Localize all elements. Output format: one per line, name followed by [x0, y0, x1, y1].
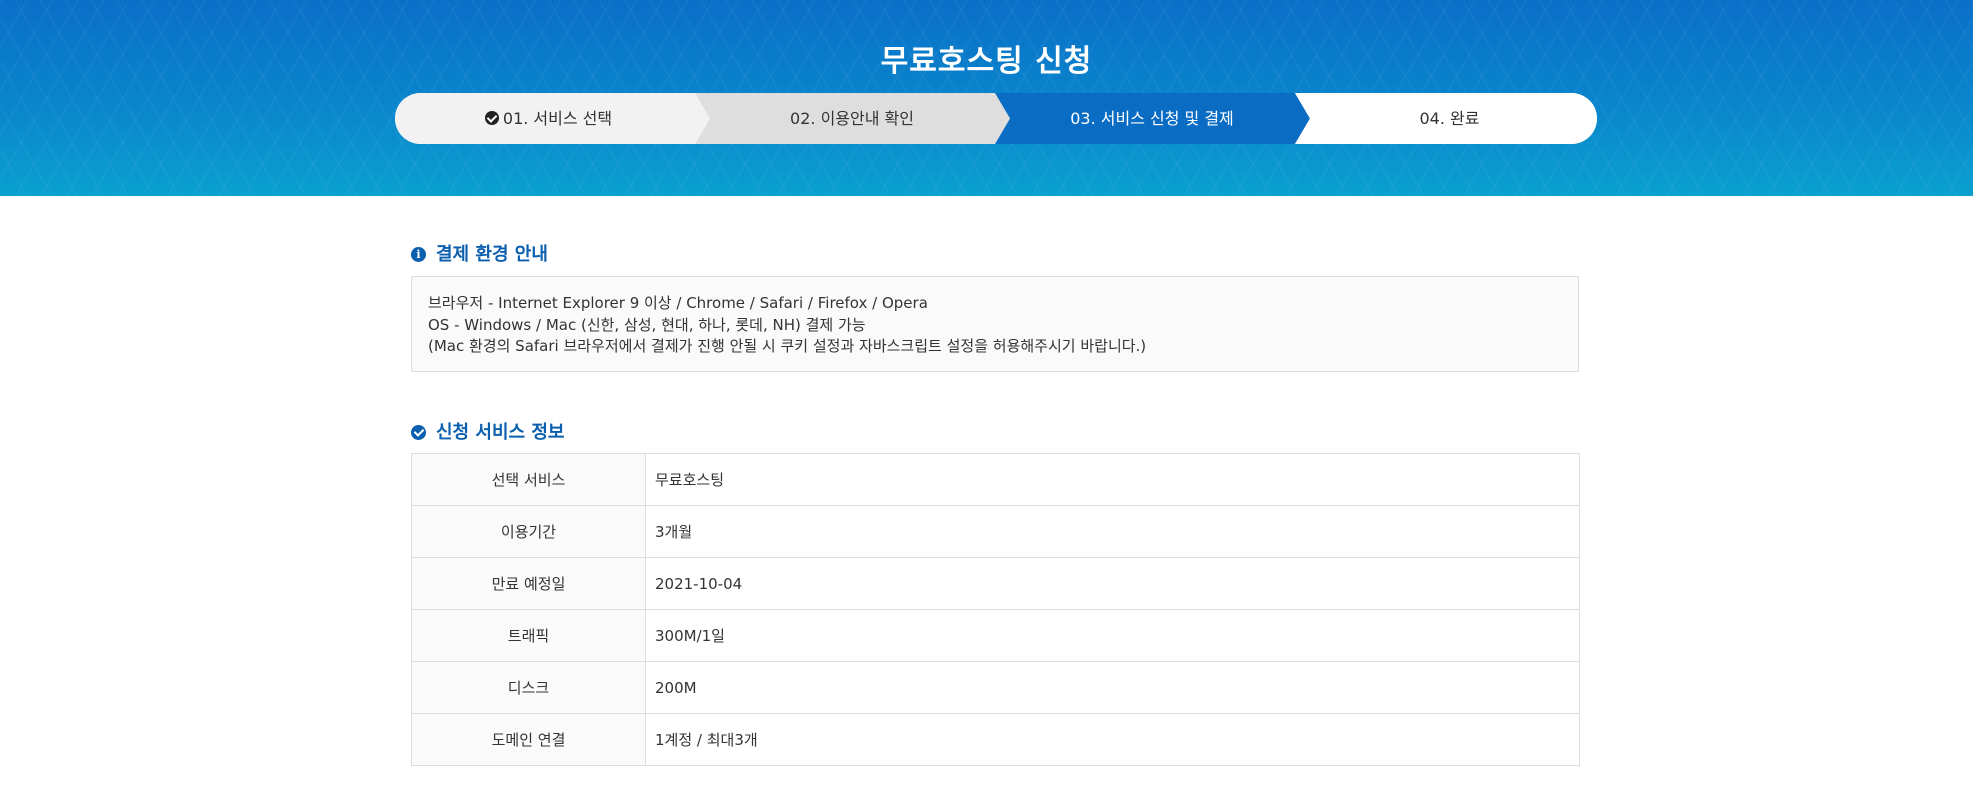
- step-1: 01. 서비스 선택: [395, 93, 702, 144]
- row-value: 1계정 / 최대3개: [645, 713, 1580, 766]
- table-row: 선택 서비스 무료호스팅: [411, 453, 1580, 506]
- payment-env-title: 결제 환경 안내: [436, 244, 548, 265]
- step-1-label: 01. 서비스 선택: [502, 109, 613, 128]
- payment-env-notice: 브라우저 - Internet Explorer 9 이상 / Chrome /…: [411, 276, 1579, 372]
- table-row: 이용기간 3개월: [411, 505, 1580, 558]
- table-row: 도메인 연결 1계정 / 최대3개: [411, 713, 1580, 766]
- row-label: 선택 서비스: [411, 453, 646, 506]
- step-4-label: 04. 완료: [1419, 109, 1480, 128]
- info-circle-icon: [411, 247, 426, 262]
- row-label: 디스크: [411, 661, 646, 714]
- step-3-label: 03. 서비스 신청 및 결제: [1070, 109, 1234, 128]
- notice-line-browser: 브라우저 - Internet Explorer 9 이상 / Chrome /…: [428, 294, 928, 312]
- step-2-label: 02. 이용안내 확인: [790, 109, 914, 128]
- service-info-heading: 신청 서비스 정보: [411, 421, 564, 445]
- table-row: 트래픽 300M/1일: [411, 609, 1580, 662]
- notice-line-os: OS - Windows / Mac (신한, 삼성, 현대, 하나, 롯데, …: [428, 315, 866, 334]
- row-value: 300M/1일: [645, 609, 1580, 662]
- hero-banner: 무료호스팅 신청 01. 서비스 선택 02. 이용안내 확인 03. 서비스 …: [0, 0, 1973, 196]
- step-3: 03. 서비스 신청 및 결제: [1002, 93, 1302, 144]
- service-info-table: 선택 서비스 무료호스팅 이용기간 3개월 만료 예정일 2021-10-04 …: [411, 453, 1580, 766]
- row-value: 무료호스팅: [645, 453, 1580, 506]
- row-value: 2021-10-04: [645, 557, 1580, 610]
- table-row: 디스크 200M: [411, 661, 1580, 714]
- check-circle-icon: [484, 111, 499, 125]
- table-row: 만료 예정일 2021-10-04: [411, 557, 1580, 610]
- step-progress-bar: 01. 서비스 선택 02. 이용안내 확인 03. 서비스 신청 및 결제 0…: [395, 93, 1597, 144]
- payment-env-heading: 결제 환경 안내: [411, 243, 548, 267]
- row-label: 도메인 연결: [411, 713, 646, 766]
- check-circle-icon: [411, 425, 426, 440]
- row-label: 만료 예정일: [411, 557, 646, 610]
- page-title: 무료호스팅 신청: [880, 44, 1093, 79]
- row-label: 이용기간: [411, 505, 646, 558]
- row-label: 트래픽: [411, 609, 646, 662]
- service-info-title: 신청 서비스 정보: [436, 422, 565, 443]
- step-4: 04. 완료: [1302, 93, 1597, 144]
- row-value: 3개월: [645, 505, 1580, 558]
- row-value: 200M: [645, 661, 1580, 714]
- step-2: 02. 이용안내 확인: [702, 93, 1002, 144]
- notice-line-mac-note: (Mac 환경의 Safari 브라우저에서 결제가 진행 안될 시 쿠키 설정…: [428, 337, 1147, 355]
